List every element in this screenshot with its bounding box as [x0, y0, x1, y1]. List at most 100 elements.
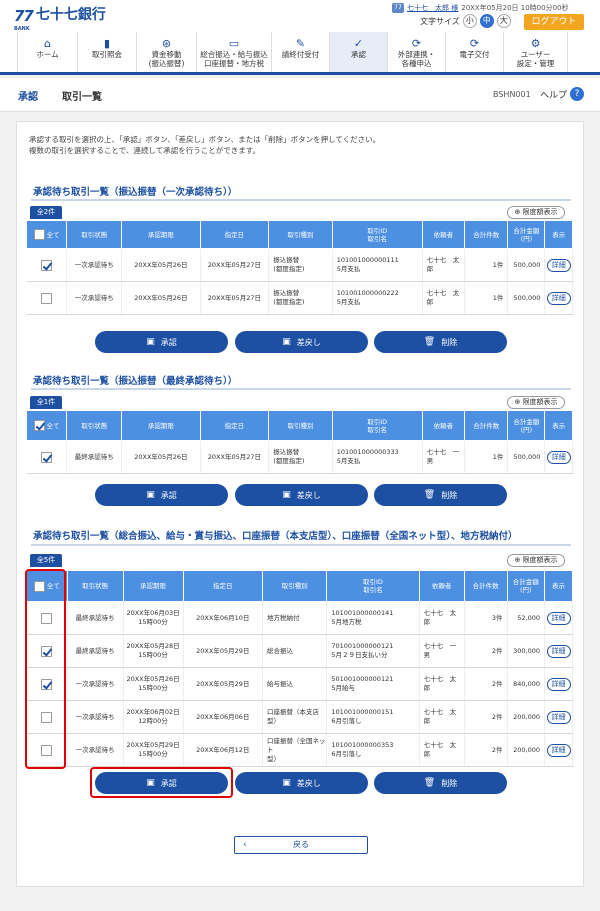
- detail-button[interactable]: 詳細: [546, 677, 571, 691]
- cell-status: 一次承認待ち: [66, 248, 123, 282]
- detail-button[interactable]: 詳細: [546, 743, 571, 757]
- cell-count: 2件: [464, 733, 508, 767]
- section-divider: [31, 388, 571, 390]
- column-header: 合計件数: [463, 570, 508, 602]
- nav-item-label: 電子交付: [459, 50, 490, 59]
- detail-button[interactable]: 詳細: [546, 450, 571, 464]
- highlight-checkbox-column: [25, 569, 66, 769]
- column-header: 合計件数: [464, 410, 509, 441]
- help-link[interactable]: ヘルプ?: [540, 87, 585, 101]
- bank-logo[interactable]: 77 BANK 七十七銀行: [14, 7, 106, 32]
- nav-item-bulk[interactable]: ▭ 総合振込・給与振込 口座振替・地方税: [196, 32, 271, 72]
- user-settings-icon: ⚙: [530, 37, 541, 50]
- detail-button[interactable]: 詳細: [546, 611, 571, 625]
- cell-deadline: 20XX年05月26日: [121, 248, 201, 282]
- header: 77 BANK 七十七銀行 77 七十七 太郎 様 20XX年05月20日 10時…: [0, 0, 600, 32]
- cell-id: 101001000000111 5月支払: [332, 248, 423, 282]
- cell-action: 詳細: [544, 601, 573, 635]
- select-all-checkbox[interactable]: [33, 420, 45, 431]
- row-checkbox[interactable]: [40, 259, 52, 271]
- document-check-icon: ▣: [146, 490, 155, 500]
- column-header: 表示: [544, 570, 573, 602]
- row-checkbox[interactable]: [40, 451, 52, 463]
- nav-item-account[interactable]: ▮ 取引照会: [77, 32, 136, 72]
- section-title: 承認待ち取引一覧（振込振替（一次承認待ち））: [33, 187, 238, 198]
- return-button[interactable]: ▣ 差戻し: [235, 484, 368, 506]
- document-return-icon: ▣: [282, 490, 291, 500]
- cell-amount: 500,000: [507, 440, 546, 474]
- detail-button[interactable]: 詳細: [546, 258, 571, 272]
- row-checkbox[interactable]: [40, 292, 52, 304]
- cell-requester: 七十七 一 男: [419, 634, 465, 668]
- home-icon: ⌂: [44, 37, 51, 50]
- cell-date: 20XX年05月29日: [183, 634, 263, 668]
- cell-amount: 500,000: [507, 248, 546, 282]
- font-size-small[interactable]: 小: [462, 14, 477, 28]
- nav-item-request[interactable]: ✎ 請終付受付: [271, 32, 329, 72]
- logout-button[interactable]: ログアウト: [524, 14, 584, 30]
- back-button[interactable]: ‹ 戻る: [234, 836, 368, 854]
- detail-button[interactable]: 詳細: [546, 710, 571, 724]
- column-header: 合計金額 (円): [507, 410, 546, 441]
- cell-count: 2件: [464, 700, 508, 734]
- cell-type: 振込振替 (都度指定): [268, 248, 333, 282]
- delete-button[interactable]: 🗑 削除: [374, 772, 507, 794]
- nav-item-label: 外部連携・ 各種申込: [397, 50, 436, 68]
- transaction-table: 全て 取引状態 承認期限 指定日 取引種別 取引ID 取引名 依頼者 合計件数 合計金額 (円)…: [26, 570, 573, 767]
- select-all-checkbox[interactable]: [33, 229, 45, 240]
- approve-button[interactable]: ▣ 承認: [95, 331, 228, 353]
- column-header: 取引ID 取引名: [331, 220, 423, 249]
- row-select-cell: [26, 440, 68, 474]
- column-header: 表示: [544, 410, 573, 441]
- record-count: 全5件: [30, 554, 62, 567]
- cell-type: 給与振込: [262, 667, 328, 701]
- nav-item-link[interactable]: ⟳ 外部連携・ 各種申込: [387, 32, 445, 72]
- select-all-header[interactable]: 全て: [25, 220, 68, 249]
- nav-item-label: 総合振込・給与振込 口座振替・地方税: [200, 50, 268, 68]
- last-login: 20XX年05月20日 10時00分00秒: [461, 4, 569, 12]
- cell-deadline: 20XX年05月26日: [121, 440, 201, 474]
- cell-type: 振込振替 (都度指定): [268, 440, 333, 474]
- return-button[interactable]: ▣ 差戻し: [235, 331, 368, 353]
- cell-id: 701001000000121 5月２９日支払い分: [326, 634, 420, 668]
- font-size-medium[interactable]: 中: [479, 14, 494, 28]
- limit-display-button[interactable]: ⊕ 限度額表示: [507, 554, 565, 567]
- column-header: 依頼者: [421, 410, 466, 441]
- limit-display-button[interactable]: ⊕ 限度額表示: [507, 396, 565, 409]
- column-header: 承認期限: [121, 410, 201, 441]
- search-icon: ⊕: [514, 556, 521, 564]
- nav-item-transfer[interactable]: ⊛ 資金移動 (振込振替): [136, 32, 196, 72]
- table-row: 最終承認待ち 20XX年05月28日 15時00分 20XX年05月29日 総合振込 7…: [26, 634, 573, 668]
- cell-requester: 七十七 太 郎: [419, 733, 465, 767]
- detail-button[interactable]: 詳細: [546, 291, 571, 305]
- delete-button[interactable]: 🗑 削除: [374, 331, 507, 353]
- cell-status: 一次承認待ち: [66, 281, 123, 315]
- nav-item-user-settings[interactable]: ⚙ ユーザー 設定・管理: [503, 32, 568, 72]
- nav-item-approve[interactable]: ✓ 承認: [329, 32, 387, 72]
- user-name-link[interactable]: 七十七 太郎 様: [407, 3, 458, 13]
- highlight-approve-button: [90, 767, 233, 798]
- trash-icon: 🗑: [423, 337, 436, 347]
- approve-button[interactable]: ▣ 承認: [95, 484, 228, 506]
- nav-item-home[interactable]: ⌂ ホーム: [17, 32, 77, 72]
- cell-count: 1件: [464, 281, 509, 315]
- delete-button[interactable]: 🗑 削除: [374, 484, 507, 506]
- cell-amount: 52,000: [507, 601, 546, 635]
- cell-requester: 七十七 太 郎: [419, 667, 465, 701]
- nav-item-label: 取引照会: [92, 50, 122, 59]
- row-select-cell: [26, 248, 68, 282]
- limit-display-button[interactable]: ⊕ 限度額表示: [507, 206, 565, 219]
- table-row: 一次承認待ち 20XX年05月26日 20XX年05月27日 振込振替 (都度指定) 1…: [26, 281, 573, 315]
- cell-deadline: 20XX年05月28日 15時00分: [123, 634, 184, 668]
- font-size-large[interactable]: 大: [496, 14, 511, 28]
- account-icon: ▮: [103, 37, 111, 50]
- nav-item-edelivery[interactable]: ⟳ 電子交付: [445, 32, 503, 72]
- link-icon: ⟳: [411, 37, 422, 50]
- cell-status: 最終承認待ち: [67, 601, 124, 635]
- column-header: 取引種別: [268, 410, 333, 441]
- user-info: 77 七十七 太郎 様 20XX年05月20日 10時00分00秒: [392, 3, 569, 13]
- detail-button[interactable]: 詳細: [546, 644, 571, 658]
- select-all-header[interactable]: 全て: [25, 410, 68, 441]
- cell-id: 101001000000141 5月地方税: [326, 601, 420, 635]
- return-button[interactable]: ▣ 差戻し: [235, 772, 368, 794]
